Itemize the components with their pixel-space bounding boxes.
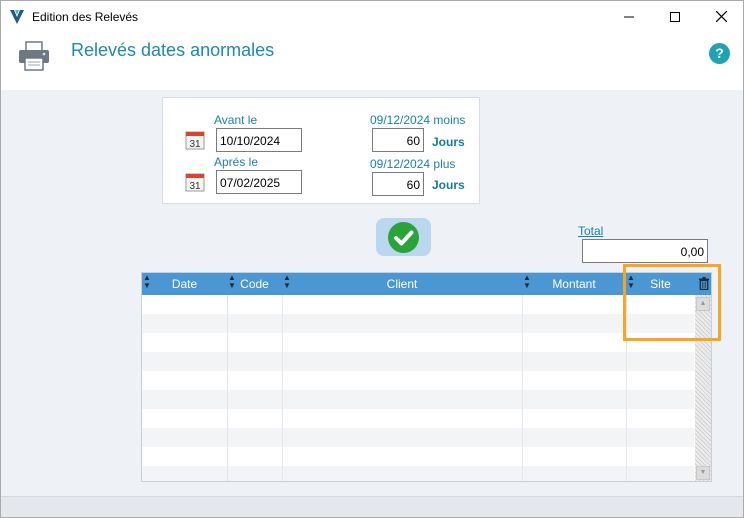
releves-table: ▲ ▼ Date ▲ ▼ Code ▲ ▼ Client ▲ ▼ Montant ▲ ▼ … bbox=[141, 272, 712, 482]
calendar-day-label: 31 bbox=[189, 181, 201, 192]
column-divider bbox=[282, 295, 283, 481]
calendar-icon[interactable]: 31 bbox=[185, 172, 205, 192]
table-row[interactable] bbox=[142, 466, 694, 481]
sort-icon[interactable]: ▲ ▼ bbox=[283, 274, 291, 290]
window-title: Edition des Relevés bbox=[32, 10, 139, 24]
moins-jours-label: Jours bbox=[432, 135, 465, 149]
table-header: ▲ ▼ Date ▲ ▼ Code ▲ ▼ Client ▲ ▼ Montant ▲ ▼ … bbox=[142, 273, 711, 295]
plus-label: 09/12/2024 plus bbox=[370, 157, 456, 171]
page-header: Relevés dates anormales ? bbox=[1, 32, 743, 90]
table-row[interactable] bbox=[142, 447, 694, 466]
apres-le-input[interactable]: 07/02/2025 bbox=[216, 170, 302, 194]
avant-le-input[interactable]: 10/10/2024 bbox=[216, 128, 302, 152]
calendar-day-label: 31 bbox=[189, 139, 201, 150]
minimize-button[interactable] bbox=[606, 1, 652, 32]
table-row[interactable] bbox=[142, 314, 694, 333]
column-header-label: Date bbox=[171, 277, 198, 291]
help-icon[interactable]: ? bbox=[709, 43, 730, 64]
sort-icon[interactable]: ▲ ▼ bbox=[228, 274, 236, 290]
edition-releves-window: Edition des Relevés Relevés dates anorma… bbox=[0, 0, 744, 518]
page-title: Relevés dates anormales bbox=[71, 40, 275, 60]
plus-days-input[interactable]: 60 bbox=[372, 172, 424, 196]
checkmark-icon bbox=[394, 230, 414, 246]
table-row[interactable] bbox=[142, 333, 694, 352]
total-label: Total bbox=[578, 224, 604, 238]
minimize-icon bbox=[624, 16, 634, 17]
total-value-field: 0,00 bbox=[582, 239, 708, 263]
plus-jours-label: Jours bbox=[432, 178, 465, 192]
table-row[interactable] bbox=[142, 371, 694, 390]
trash-icon[interactable] bbox=[699, 277, 709, 290]
maximize-icon bbox=[670, 11, 680, 22]
date-filter-panel: Avant le 31 10/10/2024 Aprés le 31 07/02… bbox=[162, 97, 480, 204]
table-row[interactable] bbox=[142, 295, 694, 314]
sort-icon[interactable]: ▲ ▼ bbox=[627, 274, 635, 290]
validate-button[interactable] bbox=[376, 218, 431, 256]
table-row[interactable] bbox=[142, 352, 694, 371]
table-row[interactable] bbox=[142, 428, 694, 447]
sort-icon[interactable]: ▲ ▼ bbox=[143, 274, 151, 290]
apres-le-label: Aprés le bbox=[214, 155, 259, 169]
scroll-down-button[interactable]: ▼ bbox=[696, 466, 710, 480]
column-divider bbox=[626, 295, 627, 481]
column-header-code[interactable]: ▲ ▼ Code bbox=[227, 273, 282, 295]
calendar-icon[interactable]: 31 bbox=[185, 130, 205, 150]
column-header-label: Code bbox=[240, 277, 269, 291]
close-icon bbox=[715, 11, 727, 22]
title-bar: Edition des Relevés bbox=[1, 1, 743, 32]
column-divider bbox=[227, 295, 228, 481]
column-header-site[interactable]: ▲ ▼ Site bbox=[626, 273, 695, 295]
status-bar bbox=[1, 496, 743, 517]
table-row[interactable] bbox=[142, 390, 694, 409]
vertical-scrollbar[interactable] bbox=[695, 295, 711, 481]
table-row[interactable] bbox=[142, 409, 694, 428]
column-header-client[interactable]: ▲ ▼ Client bbox=[282, 273, 522, 295]
moins-days-input[interactable]: 60 bbox=[372, 128, 424, 152]
column-divider bbox=[522, 295, 523, 481]
checkmark-circle bbox=[388, 222, 419, 253]
column-header-montant[interactable]: ▲ ▼ Montant bbox=[522, 273, 626, 295]
column-header-date[interactable]: ▲ ▼ Date bbox=[142, 273, 227, 295]
printer-icon bbox=[19, 41, 49, 71]
moins-label: 09/12/2024 moins bbox=[370, 113, 466, 127]
avant-le-label: Avant le bbox=[214, 113, 258, 127]
column-header-label: Client bbox=[386, 277, 418, 291]
close-button[interactable] bbox=[698, 1, 744, 32]
app-logo-icon bbox=[10, 10, 24, 24]
column-header-label: Site bbox=[650, 277, 671, 291]
maximize-button[interactable] bbox=[652, 1, 698, 32]
sort-icon[interactable]: ▲ ▼ bbox=[523, 274, 531, 290]
scroll-up-button[interactable]: ▲ bbox=[696, 297, 710, 311]
column-header-label: Montant bbox=[552, 277, 596, 291]
